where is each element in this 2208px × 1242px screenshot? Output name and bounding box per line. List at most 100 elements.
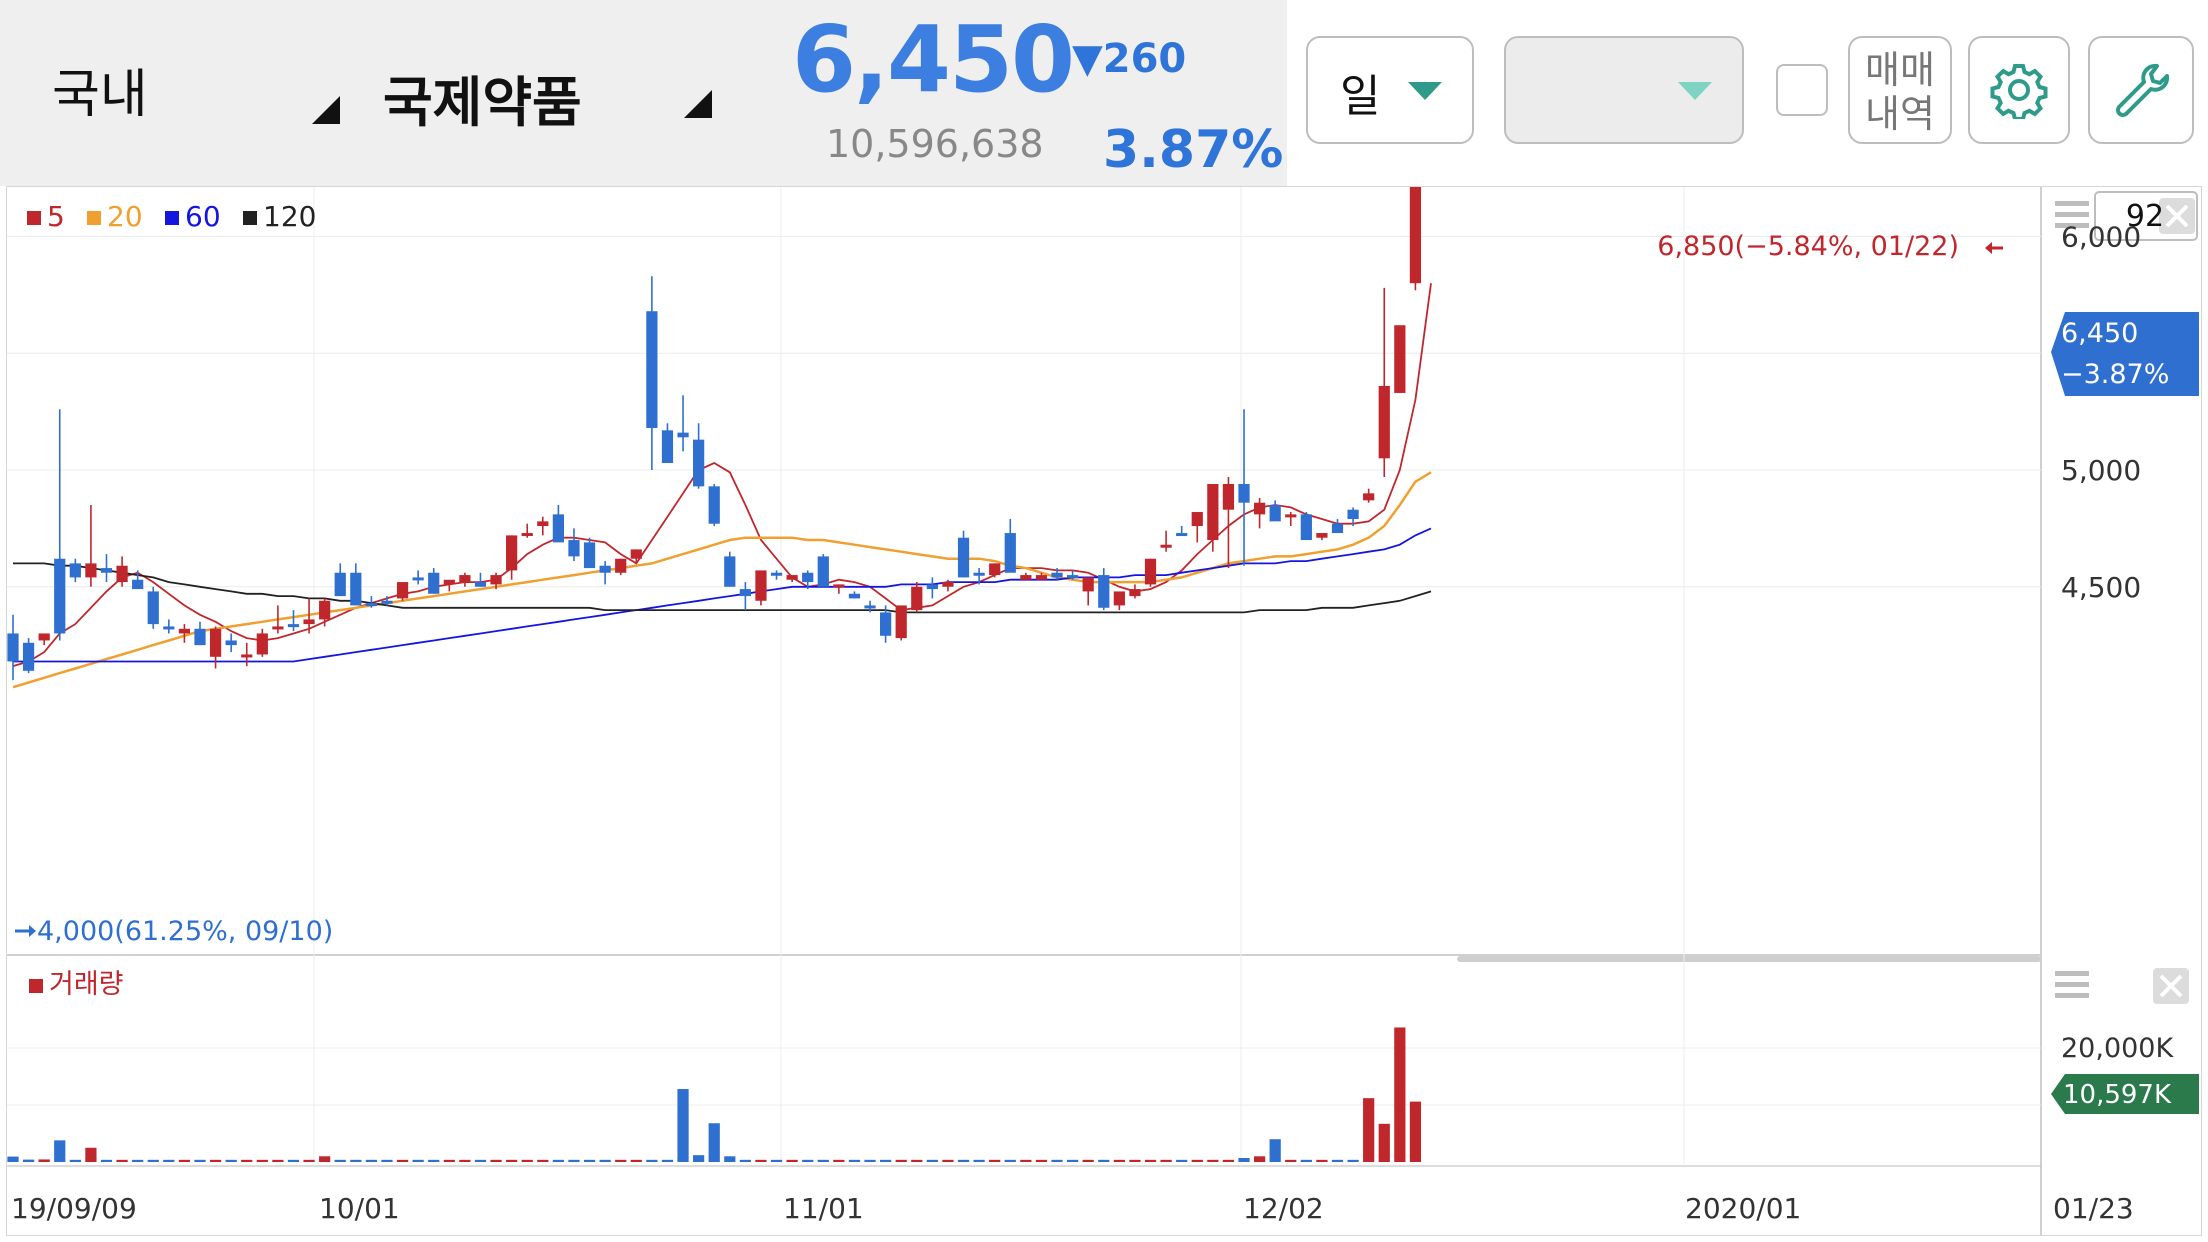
volume-bar <box>1253 1156 1266 1162</box>
stock-dropdown-icon[interactable] <box>684 90 712 118</box>
volume-bar <box>1035 1159 1048 1162</box>
candle-body <box>1004 533 1016 573</box>
candle-body <box>1409 61 1422 284</box>
period-select[interactable]: 일 <box>1306 36 1474 144</box>
volume-bar <box>256 1159 268 1162</box>
volume-bar <box>132 1159 144 1162</box>
date-tick: 2020/01 <box>1685 1192 1801 1225</box>
volume-bar <box>241 1159 253 1162</box>
candle-body <box>1176 533 1188 537</box>
overlay-checkbox[interactable] <box>1776 64 1828 116</box>
volume-bar <box>1238 1158 1250 1162</box>
stock-name[interactable]: 국제약품 <box>383 58 582 137</box>
volume-bar <box>1082 1159 1094 1162</box>
settings-button[interactable] <box>1968 36 2070 144</box>
candle-body <box>54 558 66 634</box>
volume-bar <box>163 1159 175 1162</box>
volume-axis-label: 20,000K <box>2061 1033 2174 1064</box>
legend-swatch <box>165 211 179 225</box>
volume-bar <box>1331 1159 1344 1162</box>
candle-body <box>957 537 970 578</box>
candle-body <box>1129 589 1141 597</box>
stock-chart[interactable]: 5 20 60 120 거래량 6,850(−5.84%, 01/22) 4,000(… <box>7 38 2201 1235</box>
volume-bar <box>1051 1159 1063 1162</box>
candle-body <box>1285 514 1297 518</box>
candle-body <box>786 575 798 580</box>
menu-icon[interactable] <box>2055 971 2089 998</box>
candle-body <box>22 642 35 671</box>
candle-body <box>693 439 705 487</box>
close-icon[interactable] <box>2159 198 2195 234</box>
volume-bar <box>1363 1098 1375 1162</box>
legend-swatch <box>87 211 101 225</box>
candle-body <box>474 582 487 587</box>
volume-bar <box>1409 1101 1422 1162</box>
chevron-down-icon <box>1678 82 1712 100</box>
trade-history-button[interactable]: 매매 내역 <box>1848 36 1952 144</box>
candle-body <box>1051 572 1063 578</box>
candle-body <box>537 521 549 527</box>
volume-bar <box>770 1159 783 1162</box>
candle-body <box>147 591 159 625</box>
tools-button[interactable] <box>2088 36 2194 144</box>
candle-body <box>973 572 985 576</box>
candle-body <box>303 619 315 625</box>
volume-legend-swatch <box>29 979 43 993</box>
candle-body <box>132 579 144 590</box>
indicator-select[interactable] <box>1504 36 1744 144</box>
legend-label: 60 <box>185 200 221 233</box>
volume-bar <box>802 1159 814 1162</box>
candle-body <box>225 640 237 646</box>
volume-bar <box>1160 1159 1172 1162</box>
candle-body <box>646 311 658 428</box>
volume-bar <box>1176 1159 1188 1162</box>
volume-bar <box>1347 1159 1359 1162</box>
candle-body <box>38 633 50 641</box>
candle-body <box>209 628 222 657</box>
volume-bar <box>396 1159 409 1162</box>
volume-bar <box>1066 1159 1079 1162</box>
volume-bar <box>926 1159 938 1162</box>
legend-label: 20 <box>107 200 143 233</box>
volume-bar <box>552 1159 564 1162</box>
candle-body <box>1331 523 1344 534</box>
price-change: ▼260 <box>1072 36 1187 82</box>
volume-bar <box>287 1159 300 1162</box>
market-dropdown-icon[interactable] <box>312 96 340 124</box>
market-selector[interactable]: 국내 <box>52 52 148 127</box>
candle-body <box>1394 325 1406 393</box>
chevron-down-icon <box>1408 82 1442 100</box>
volume-bar <box>1222 1159 1235 1162</box>
date-tick: 12/02 <box>1243 1192 1324 1225</box>
candle-body <box>7 633 19 662</box>
volume-bar <box>319 1156 331 1162</box>
volume-bar <box>1378 1123 1390 1162</box>
volume-bar <box>973 1159 985 1162</box>
candle-body <box>599 565 611 573</box>
date-tick: 19/09/09 <box>11 1192 137 1225</box>
wrench-icon <box>2116 63 2170 117</box>
volume-bar <box>957 1159 970 1162</box>
gear-icon <box>1990 64 2048 119</box>
price-panel[interactable] <box>7 187 2041 955</box>
current-price: 6,450 <box>792 6 1075 113</box>
change-percent: 3.87% <box>1103 120 1284 180</box>
candle-body <box>1207 484 1219 541</box>
volume-bar <box>833 1159 845 1162</box>
volume-bar <box>1004 1159 1016 1162</box>
volume-bar <box>350 1159 362 1162</box>
volume-bar <box>381 1159 393 1162</box>
candle-body <box>661 430 674 463</box>
candle-body <box>194 628 206 646</box>
chart-area[interactable]: 5 20 60 120 거래량 6,850(−5.84%, 01/22) 4,000(… <box>6 38 2202 1236</box>
trade-volume: 10,596,638 <box>826 122 1044 166</box>
volume-bar <box>178 1159 191 1162</box>
volume-bar <box>786 1159 798 1162</box>
volume-bar <box>568 1159 580 1162</box>
candle-body <box>1222 484 1235 510</box>
volume-bar <box>895 1159 907 1162</box>
scrollbar[interactable] <box>1457 956 2041 962</box>
volume-bar <box>615 1159 627 1162</box>
volume-bar <box>1098 1159 1110 1162</box>
close-icon[interactable] <box>2153 968 2189 1004</box>
